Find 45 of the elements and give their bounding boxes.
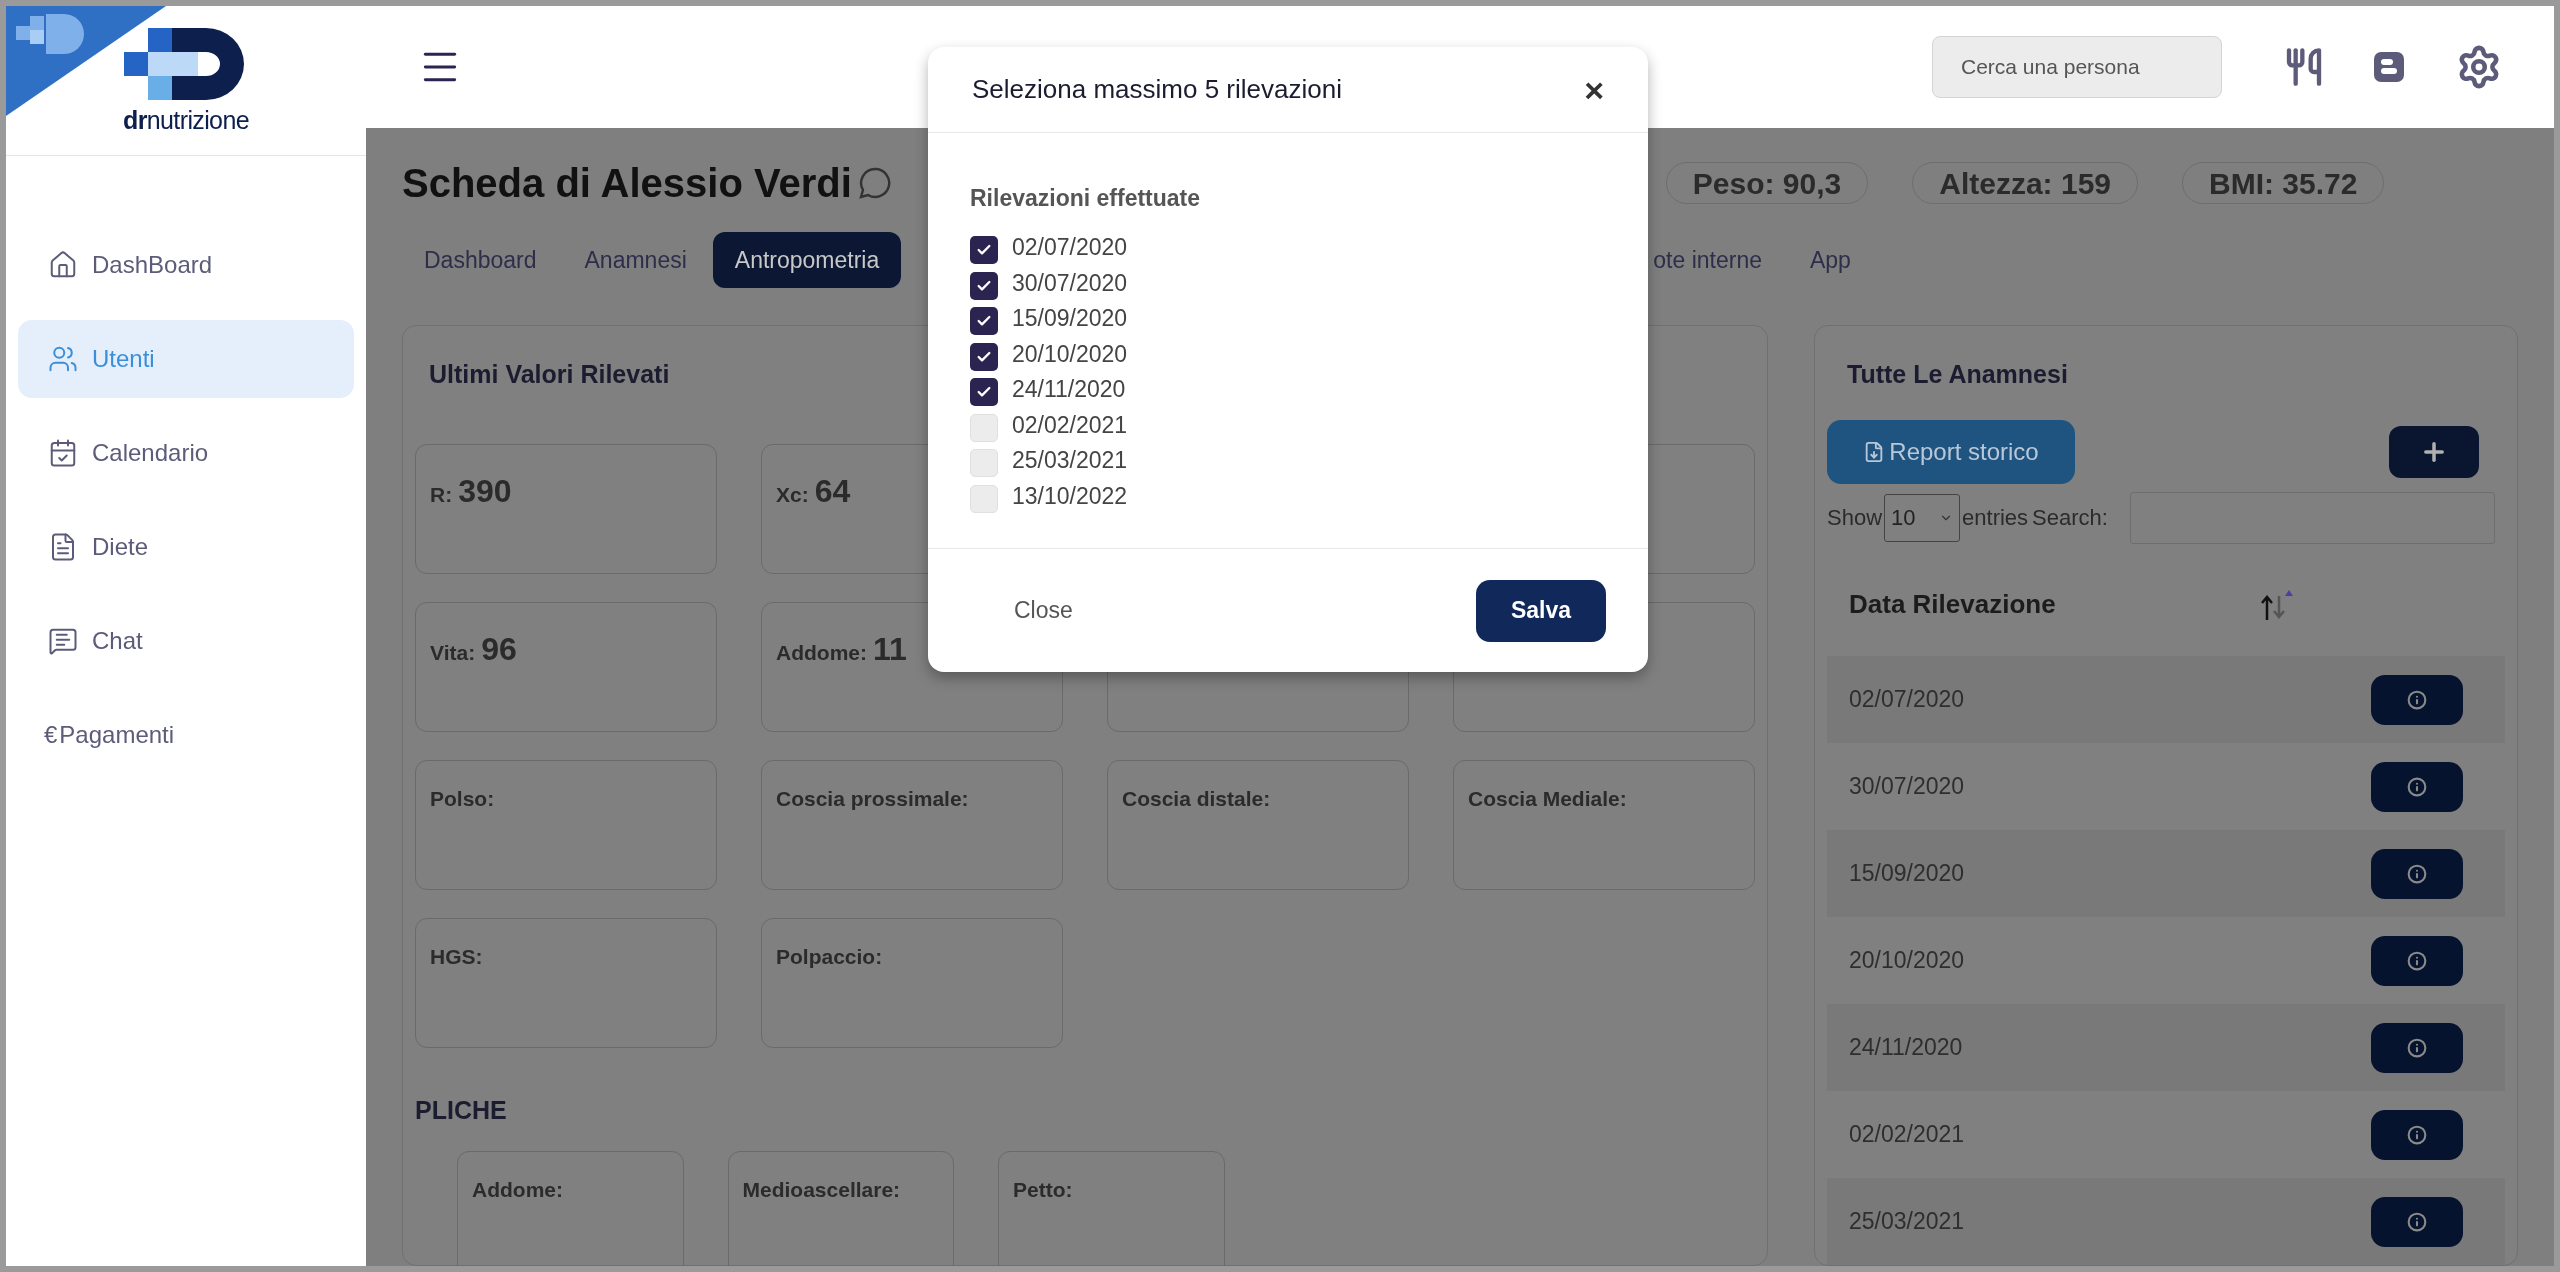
measure-card: Petto: bbox=[998, 1151, 1225, 1266]
measure-card: Coscia prossimale: bbox=[761, 759, 1063, 890]
measure-card: R: 390 bbox=[415, 443, 717, 574]
option-label: 24/11/2020 bbox=[1012, 375, 1126, 404]
entries-label: entries bbox=[1962, 504, 2029, 532]
table-cell-text: 15/09/2020 bbox=[1849, 859, 1965, 889]
dialog-title: Seleziona massimo 5 rilevazioni bbox=[972, 73, 1342, 106]
close-button[interactable]: × bbox=[1584, 72, 1604, 107]
table-cell-text: 02/07/2020 bbox=[1849, 685, 1965, 715]
option-label: 20/10/2020 bbox=[1012, 339, 1128, 369]
option-label: 15/09/2020 bbox=[1012, 304, 1128, 333]
search-label: Search: bbox=[2032, 504, 2108, 532]
section-title: PLICHE bbox=[415, 1094, 507, 1126]
option-label: 02/02/2021 bbox=[1012, 410, 1128, 440]
tab[interactable]: Dashboard bbox=[402, 232, 559, 288]
logo-text: drnutrizione bbox=[123, 108, 249, 133]
option-label: 30/07/2020 bbox=[1012, 268, 1128, 298]
tab[interactable]: Anamnesi bbox=[562, 232, 709, 288]
table-cell-text: 02/02/2021 bbox=[1849, 1120, 1965, 1150]
report-button[interactable]: Report storico bbox=[1827, 419, 2075, 484]
measure-card: Medioascellare: bbox=[727, 1151, 954, 1266]
section-label: Rilevazioni effettuate bbox=[970, 184, 1202, 213]
euro-icon: € bbox=[44, 717, 58, 753]
measure-card: Vita: 96 bbox=[415, 601, 717, 732]
table-cell-text: 20/10/2020 bbox=[1849, 946, 1965, 976]
measure-card: Polpaccio: bbox=[761, 917, 1063, 1048]
measure-card: Coscia Mediale: bbox=[1453, 759, 1755, 890]
measure-card: HGS: bbox=[415, 917, 717, 1048]
table-cell-text: 24/11/2020 bbox=[1849, 1033, 1963, 1063]
panel-title: Ultimi Valori Rilevati bbox=[429, 359, 670, 390]
measure-card: Coscia distale: bbox=[1107, 759, 1409, 890]
measure-card: Addome: bbox=[457, 1151, 684, 1266]
show-label: Show bbox=[1827, 504, 1883, 532]
save-button[interactable]: Salva bbox=[1476, 579, 1606, 642]
tab[interactable]: App bbox=[1788, 232, 1873, 288]
table-cell-text: 30/07/2020 bbox=[1849, 772, 1965, 802]
page-title: Scheda di Alessio Verdi bbox=[402, 160, 852, 207]
tab[interactable]: Antropometria bbox=[712, 232, 902, 288]
option-label: 02/07/2020 bbox=[1012, 233, 1128, 262]
table-cell-text: 25/03/2021 bbox=[1849, 1207, 1965, 1237]
column-header[interactable]: Data Rilevazione bbox=[1849, 585, 2259, 625]
measure-card: Polso: bbox=[415, 759, 717, 890]
panel-title: Tutte Le Anamnesi bbox=[1847, 359, 2068, 390]
page-size-select[interactable]: 10 bbox=[1884, 493, 1961, 542]
search-field[interactable]: Cerca una persona bbox=[1932, 36, 2222, 98]
